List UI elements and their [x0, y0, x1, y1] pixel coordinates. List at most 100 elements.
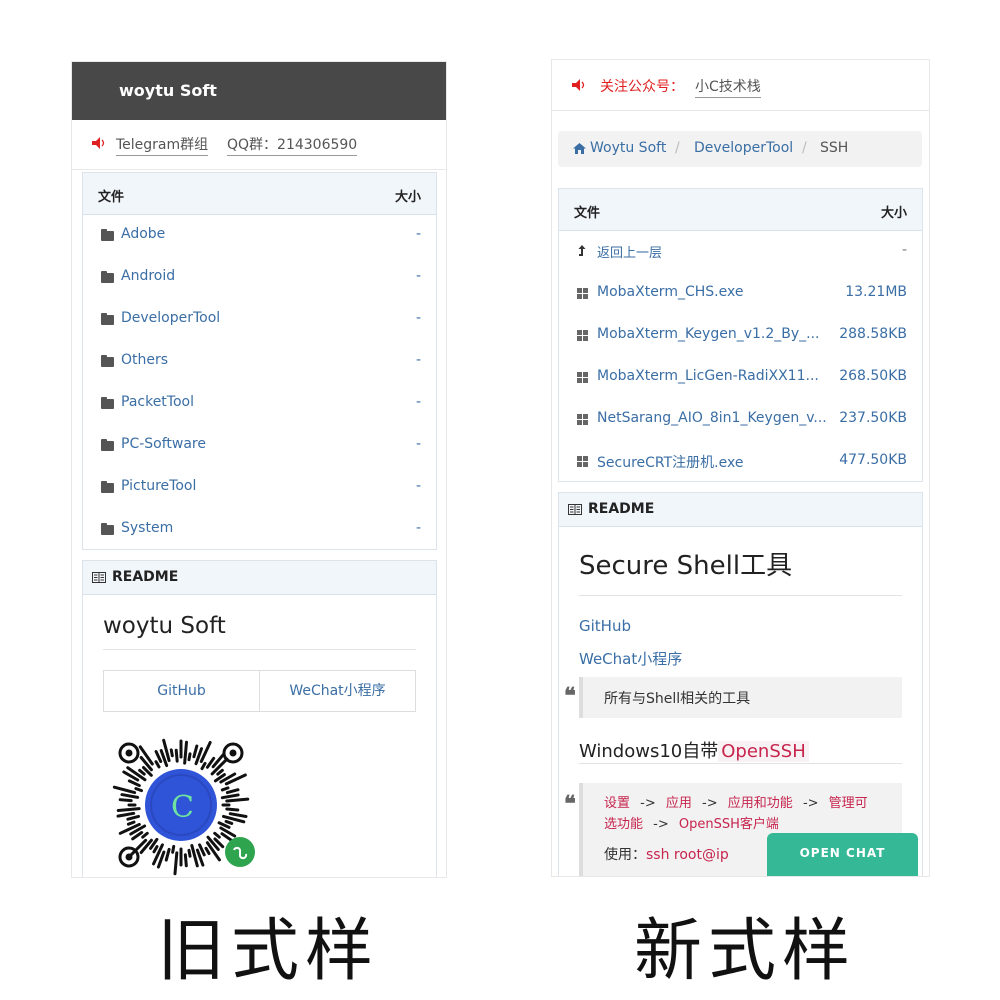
readme-panel: README woytu Soft GitHub WeChat小程序 C: [82, 560, 437, 877]
back-link[interactable]: 返回上一层: [597, 242, 662, 261]
book-icon: [92, 572, 106, 583]
wechat-account-link[interactable]: 小C技术栈: [695, 76, 761, 98]
qq-group-link[interactable]: QQ群：214306590: [227, 134, 358, 156]
file-name[interactable]: MobaXterm_LicGen-RadiXX11...: [597, 368, 819, 384]
table-row[interactable]: SecureCRT注册机.exe 477.50KB: [559, 441, 922, 483]
table-row[interactable]: MobaXterm_CHS.exe 13.21MB: [559, 273, 922, 315]
notice-bar: 关注公众号： 小C技术栈: [552, 60, 929, 111]
file-name[interactable]: MobaXterm_Keygen_v1.2_By_...: [597, 326, 820, 342]
brand-title[interactable]: woytu Soft: [119, 81, 217, 100]
qr-code-ray: [216, 768, 224, 776]
qr-code-ray: [118, 798, 133, 803]
old-style-caption: 旧式样: [157, 912, 380, 991]
folder-name[interactable]: PC-Software: [121, 436, 206, 452]
back-row[interactable]: 返回上一层 -: [559, 231, 922, 273]
readme-title: woytu Soft: [103, 613, 226, 639]
folder-size: -: [415, 268, 421, 284]
folder-size: -: [415, 436, 421, 452]
folder-size: -: [415, 352, 421, 368]
qr-code-ray: [200, 761, 207, 771]
folder-icon: [101, 397, 114, 409]
path-arrow: ->: [640, 796, 656, 811]
wechat-miniapp-link[interactable]: WeChat小程序: [260, 671, 415, 711]
table-row[interactable]: MobaXterm_Keygen_v1.2_By_... 288.58KB: [559, 315, 922, 357]
folder-name[interactable]: System: [121, 520, 173, 536]
qr-code-ray: [141, 831, 149, 839]
file-size: 477.50KB: [839, 452, 907, 468]
table-row[interactable]: System -: [83, 509, 436, 551]
old-style-screenshot: woytu Soft Telegram群组 QQ群：214306590 文件 大…: [71, 61, 447, 878]
breadcrumb-home[interactable]: Woytu Soft: [590, 140, 666, 156]
folder-icon: [101, 313, 114, 325]
notice-bar: Telegram群组 QQ群：214306590: [72, 120, 446, 170]
table-row[interactable]: PictureTool -: [83, 467, 436, 509]
qr-code-ray: [116, 807, 141, 812]
folder-name[interactable]: PictureTool: [121, 478, 196, 494]
path-apps-features: 应用和功能: [727, 796, 793, 811]
qr-code-ray: [154, 760, 161, 769]
folder-size: -: [415, 478, 421, 494]
folder-name[interactable]: Android: [121, 268, 175, 284]
folder-name[interactable]: Adobe: [121, 226, 165, 242]
qr-code-ray: [126, 820, 136, 826]
github-link[interactable]: GitHub: [104, 671, 260, 711]
readme-label: README: [112, 569, 179, 585]
table-row[interactable]: NetSarang_AIO_8in1_Keygen_v... 237.50KB: [559, 399, 922, 441]
folder-name[interactable]: DeveloperTool: [121, 310, 220, 326]
file-name[interactable]: SecureCRT注册机.exe: [597, 452, 743, 472]
file-name[interactable]: NetSarang_AIO_8in1_Keygen_v...: [597, 410, 827, 426]
path-settings: 设置: [604, 796, 631, 811]
folder-name[interactable]: PacketTool: [121, 394, 194, 410]
path-openssh-client: OpenSSH客户端: [678, 817, 779, 832]
open-chat-button[interactable]: OPEN CHAT: [767, 833, 918, 876]
folder-size: -: [415, 226, 421, 242]
section-heading-text: Windows10自带: [579, 741, 719, 762]
qr-logo-letter: C: [171, 790, 194, 825]
path-manage-optional: 管理可: [828, 796, 868, 811]
table-row[interactable]: MobaXterm_LicGen-RadiXX11... 268.50KB: [559, 357, 922, 399]
breadcrumb-developertool[interactable]: DeveloperTool: [694, 140, 793, 156]
new-style-screenshot: 关注公众号： 小C技术栈 Woytu Soft / DeveloperTool …: [551, 59, 930, 877]
table-header: 文件 大小: [83, 173, 436, 215]
file-size: 237.50KB: [839, 410, 907, 426]
path-apps: 应用: [665, 796, 692, 811]
column-file: 文件: [98, 190, 125, 205]
table-row[interactable]: PacketTool -: [83, 383, 436, 425]
table-row[interactable]: Adobe -: [83, 215, 436, 257]
telegram-link[interactable]: Telegram群组: [116, 134, 209, 156]
qr-code-ray: [183, 740, 188, 765]
column-file: 文件: [574, 206, 601, 221]
qr-code-ray: [174, 748, 179, 763]
qr-code-ray: [187, 752, 192, 762]
qr-code-ray: [192, 744, 199, 759]
file-list: Adobe - Android - DeveloperTool - Others - Packe…: [83, 215, 436, 551]
table-row[interactable]: DeveloperTool -: [83, 299, 436, 341]
qr-code-ray: [112, 785, 137, 795]
folder-icon: [101, 229, 114, 241]
file-size: 13.21MB: [845, 284, 907, 300]
qr-code-ray: [173, 851, 179, 876]
folder-name[interactable]: Others: [121, 352, 168, 368]
breadcrumb-separator: /: [675, 140, 680, 156]
follow-label: 关注公众号：: [600, 79, 684, 95]
install-path-line-2: 选功能 -> OpenSSH客户端: [604, 814, 779, 835]
table-row[interactable]: Others -: [83, 341, 436, 383]
qr-code-ray: [171, 844, 176, 854]
windows-icon: [577, 372, 589, 384]
table-row[interactable]: PC-Software -: [83, 425, 436, 467]
qr-code-ray: [225, 807, 240, 812]
qr-code-ray: [198, 843, 206, 857]
usage-line: 使用：ssh root@ip: [604, 845, 729, 866]
wechat-qr-code: C: [112, 738, 255, 876]
table-header: 文件 大小: [559, 189, 922, 231]
usage-label: 使用：: [604, 847, 646, 863]
file-name[interactable]: MobaXterm_CHS.exe: [597, 284, 743, 300]
wechat-miniapp-link[interactable]: WeChat小程序: [579, 648, 682, 669]
book-icon: [568, 504, 582, 515]
folder-icon: [101, 439, 114, 451]
file-table: 文件 大小 Adobe - Android - DeveloperTool - Others…: [82, 172, 437, 550]
github-link[interactable]: GitHub: [579, 617, 631, 635]
table-row[interactable]: Android -: [83, 257, 436, 299]
quote-icon: ❝: [564, 791, 576, 817]
qr-code-ray: [225, 788, 240, 795]
